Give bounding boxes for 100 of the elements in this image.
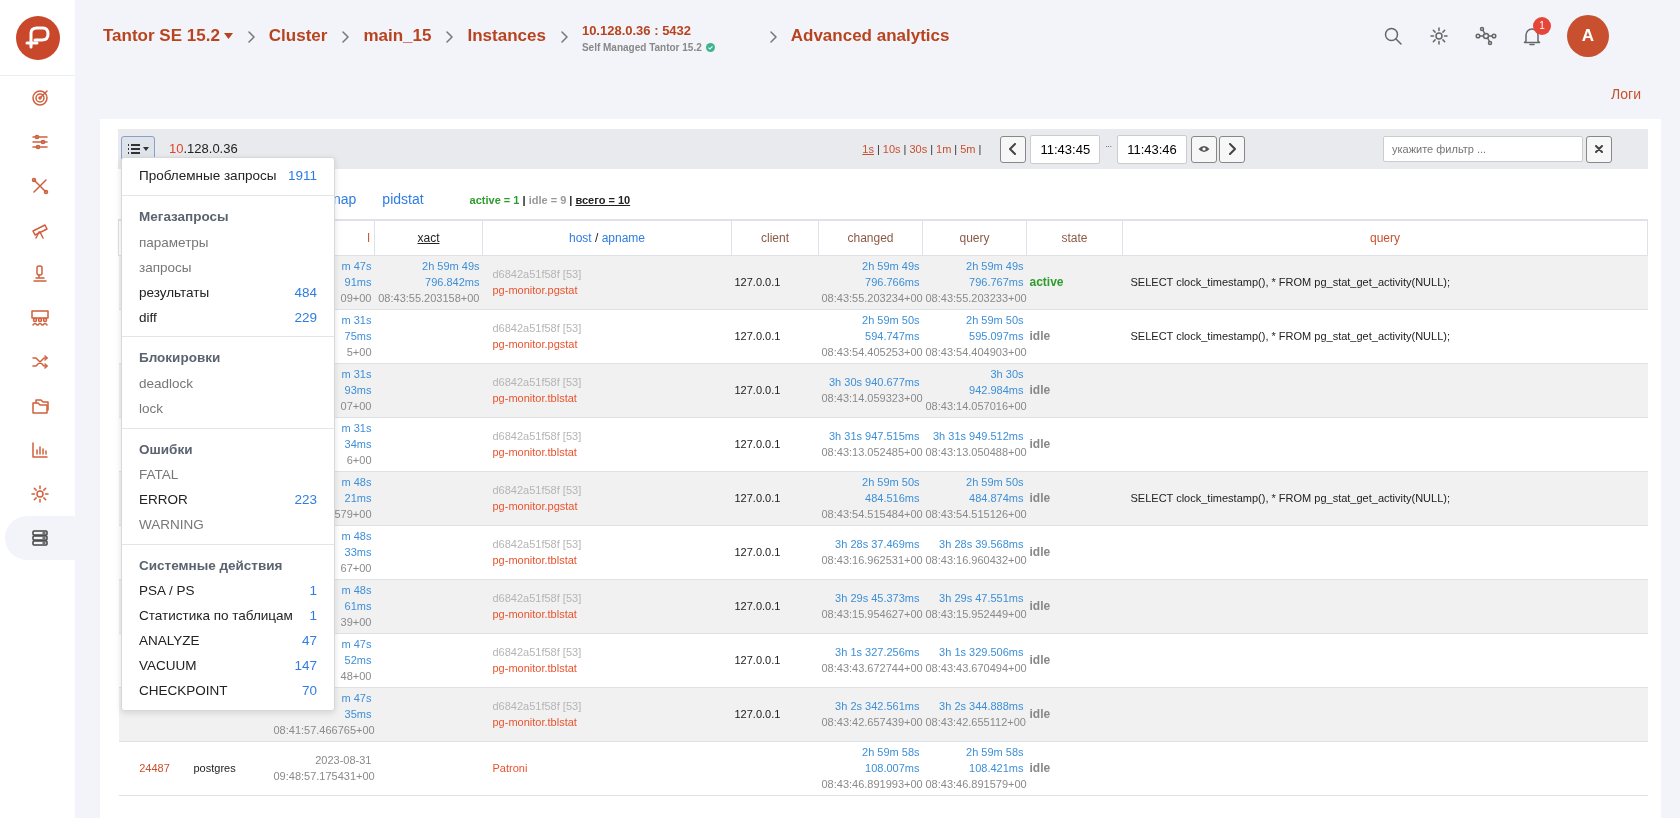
logs-link[interactable]: Логи — [1611, 86, 1641, 102]
query-time-text: 08:43:15.952449+00 — [925, 608, 1027, 620]
menu-item[interactable]: Статистика по таблицам 1 — [122, 604, 334, 629]
query-time-text: 08:43:42.655112+00 — [925, 716, 1026, 728]
sidebar-item[interactable] — [5, 516, 75, 560]
menu-section-title: Ошибки — [138, 440, 194, 459]
caret-icon — [143, 147, 149, 151]
tab[interactable]: pidstat — [382, 188, 424, 212]
start-time-text: 39+00 — [340, 616, 372, 628]
breadcrumb-link[interactable]: 10.128.0.36 : 5432 — [581, 20, 715, 41]
query-time-text: 2h 59m 50s — [966, 476, 1024, 488]
query-time-text: 08:43:16.960432+00 — [925, 554, 1027, 566]
avatar-button[interactable]: A — [1567, 15, 1609, 57]
start-time-text: 5+00 — [346, 346, 372, 358]
column-header[interactable]: changed — [847, 230, 894, 245]
column-header[interactable]: host / apname — [568, 230, 646, 245]
query-time-text: 3h 31s 949.512ms — [933, 430, 1024, 442]
column-header[interactable]: l — [367, 230, 370, 245]
menu-item[interactable]: VACUUM 147 — [122, 654, 334, 679]
breadcrumb-link[interactable]: Instances — [467, 23, 546, 49]
menu-item[interactable]: ERROR 223 — [122, 487, 334, 513]
client-text: 127.0.0.1 — [734, 654, 781, 666]
host-text: d6842a51f58f [53] — [492, 483, 583, 498]
separator: | — [978, 141, 982, 157]
query-time-text: 08:43:14.057016+00 — [925, 400, 1027, 412]
query-time-text: 108.421ms — [969, 762, 1024, 774]
menu-item[interactable]: diff 229 — [122, 305, 334, 331]
query-time-text: 484.874ms — [969, 492, 1024, 504]
chevron-right-icon — [1228, 143, 1236, 155]
changed-time-text: 3h 2s 342.561ms — [835, 700, 920, 712]
chevron-icon — [445, 30, 454, 43]
changed-time-text: 484.516ms — [865, 492, 920, 504]
previous-button[interactable] — [1000, 135, 1027, 163]
time-to-field[interactable]: 11:43:46 — [1117, 134, 1187, 164]
xact-time-text: 08:43:55.203158+00 — [378, 292, 480, 304]
product-dropdown[interactable]: Tantor SE 15.2 — [103, 23, 233, 49]
start-time-text: 6+00 — [346, 454, 372, 466]
time-from-field[interactable]: 11:43:45 — [1030, 134, 1101, 164]
filter-field[interactable]: укажите фильтр ... — [1383, 136, 1583, 162]
host-text: d6842a51f58f [53] — [492, 267, 583, 282]
changed-time-text: 3h 1s 327.256ms — [835, 646, 920, 658]
column-header[interactable]: client — [761, 230, 789, 245]
changed-time-text: 08:43:54.515484+00 — [821, 508, 923, 520]
search-button[interactable] — [1383, 25, 1403, 47]
menu-item[interactable]: Проблемные запросы 1911 — [122, 164, 334, 189]
menu-item[interactable]: CHECKPOINT 70 — [122, 679, 334, 704]
start-time-text: 07+00 — [340, 400, 372, 412]
client-text: 127.0.0.1 — [734, 330, 781, 342]
interval-link[interactable]: 1s — [862, 140, 874, 158]
pid-text[interactable]: 24487 — [139, 762, 170, 774]
changed-time-text: 2h 59m 58s — [862, 746, 920, 758]
menu-section-title: Системные действия — [138, 556, 284, 575]
host-text: d6842a51f58f [53] — [492, 537, 583, 552]
breadcrumb-link[interactable]: main_15 — [363, 23, 432, 49]
column-header[interactable]: query — [1370, 230, 1400, 245]
state-text: idle — [1029, 707, 1051, 721]
menu-item[interactable]: ANALYZE 47 — [122, 629, 334, 654]
start-time-text: 61ms — [344, 600, 372, 612]
caret-icon — [223, 33, 233, 39]
separator: | — [954, 141, 958, 157]
start-time-text: m 31s — [341, 422, 372, 434]
query-time-text: 08:43:13.050488+00 — [925, 446, 1027, 458]
bar-chart-icon — [30, 440, 50, 460]
menu-item[interactable]: результаты 484 — [122, 280, 334, 306]
separator: | — [903, 141, 907, 157]
app-name-text: pg-monitor.tblstat — [492, 445, 578, 460]
chevron-left-icon — [1009, 143, 1018, 155]
host-text: d6842a51f58f [53] — [492, 429, 583, 444]
query-time-text: 3h 28s 39.568ms — [939, 538, 1024, 550]
client-text: 127.0.0.1 — [734, 438, 781, 450]
menu-item[interactable]: PSA / PS 1 — [122, 579, 334, 604]
changed-time-text: 3h 28s 37.469ms — [835, 538, 920, 550]
host-address: 10.128.0.36 — [169, 140, 238, 159]
chevron-icon — [559, 30, 568, 43]
interval-link[interactable]: 10s — [882, 140, 901, 158]
network-button[interactable] — [1475, 25, 1497, 47]
column-header[interactable]: query — [959, 230, 990, 245]
eye-icon — [1198, 145, 1210, 153]
column-header[interactable]: xact — [417, 230, 440, 245]
next-button[interactable] — [1219, 135, 1245, 163]
interval-link[interactable]: 30s — [909, 140, 928, 158]
host-text: d6842a51f58f [53] — [492, 699, 583, 714]
client-text: 127.0.0.1 — [734, 492, 781, 504]
start-time-text: m 31s — [341, 368, 372, 380]
client-text: 127.0.0.1 — [734, 546, 781, 558]
notifications-button[interactable] — [1523, 25, 1541, 47]
preview-button[interactable] — [1191, 135, 1217, 163]
start-time-text: 34ms — [344, 438, 372, 450]
breadcrumb-link[interactable]: Cluster — [268, 23, 328, 49]
sliders-icon — [30, 132, 50, 152]
interval-link[interactable]: 1m — [936, 140, 952, 158]
group-icon — [30, 308, 50, 328]
start-time-text: m 47s — [341, 638, 372, 650]
clear-button[interactable] — [1586, 135, 1612, 163]
column-header[interactable]: state — [1061, 230, 1088, 245]
start-time-text: 35ms — [344, 708, 372, 720]
start-time-text: 75ms — [344, 330, 372, 342]
breadcrumb-link[interactable]: Advanced analytics — [790, 23, 950, 49]
interval-link[interactable]: 5m — [960, 140, 976, 158]
start-time-text: 52ms — [344, 654, 372, 666]
